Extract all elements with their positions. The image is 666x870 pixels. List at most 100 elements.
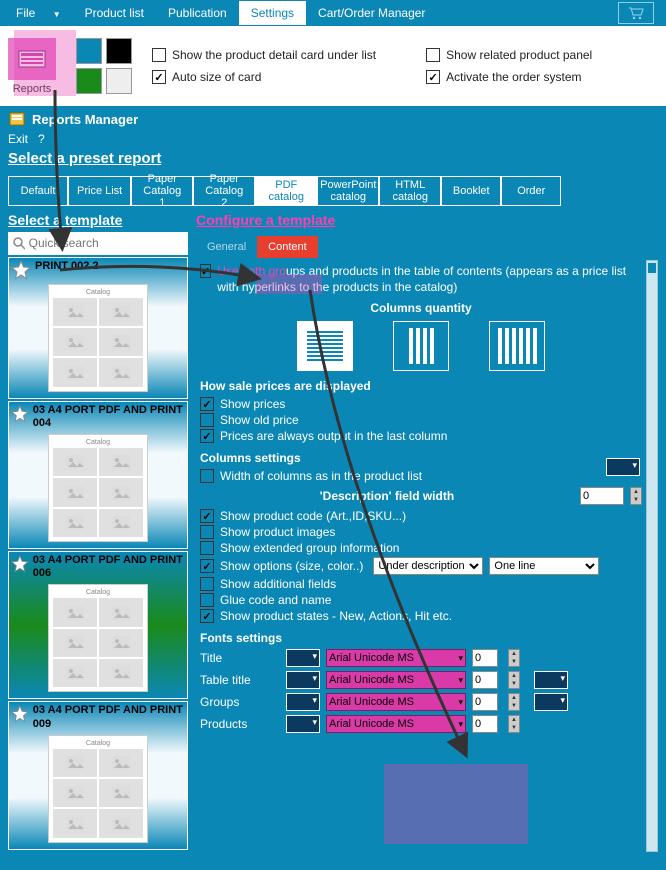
preset-tab-html-catalog[interactable]: HTMLcatalog [379, 176, 441, 206]
font-size-products[interactable] [472, 715, 498, 733]
price-color-btn[interactable] [606, 458, 640, 476]
chk-show-old-price[interactable] [200, 413, 214, 427]
font-color-groups[interactable] [286, 693, 320, 711]
label-order-system: Activate the order system [446, 70, 581, 84]
desc-width-label: 'Description' field width [200, 489, 574, 503]
font-select-groups[interactable]: Arial Unicode MS [326, 693, 466, 711]
columns-qty-options [196, 321, 646, 371]
swatch-green[interactable] [76, 68, 102, 94]
swatch-light[interactable] [106, 68, 132, 94]
font-size-table-title[interactable] [472, 671, 498, 689]
font-size-spinner[interactable]: ▲▼ [508, 671, 520, 689]
label-width-cols: Width of columns as in the product list [220, 469, 422, 483]
configure-template-title: Configure a template [196, 212, 658, 228]
desc-width-spinner[interactable]: ▲▼ [630, 487, 642, 505]
chk-show-extended-group-info[interactable] [200, 541, 214, 555]
chk-related-panel[interactable] [426, 48, 440, 62]
preset-tab-paper-catalog-2[interactable]: PaperCatalog 2 [193, 176, 255, 206]
col-settings-head: Columns settings [200, 451, 646, 465]
columns-qty-head: Columns quantity [196, 301, 646, 315]
font-size-title[interactable] [472, 649, 498, 667]
template-item[interactable]: 03 A4 PORT PDF AND PRINT 006Catalog [8, 551, 188, 699]
preset-tab-booklet[interactable]: Booklet [441, 176, 501, 206]
chk-glue-code-and-name[interactable] [200, 593, 214, 607]
font-alt-color[interactable] [534, 671, 568, 689]
font-size-spinner[interactable]: ▲▼ [508, 649, 520, 667]
template-item[interactable]: 03 A4 PORT PDF AND PRINT 004Catalog [8, 401, 188, 549]
chk-show-additional-fields[interactable] [200, 577, 214, 591]
reports-button[interactable]: Reports [8, 38, 56, 95]
chk-prices-are-always-output-in-the-last-column[interactable] [200, 429, 214, 443]
rm-help-link[interactable]: ? [38, 132, 45, 146]
chk-detail-card[interactable] [152, 48, 166, 62]
template-list[interactable]: PRINT 002 2Catalog03 A4 PORT PDF AND PRI… [8, 257, 188, 852]
preset-tab-pdf-catalog[interactable]: PDFcatalog [255, 176, 317, 206]
chk-auto-size[interactable] [152, 70, 166, 84]
menu-product-list[interactable]: Product list [73, 1, 156, 25]
menubar: File ▼ Product list Publication Settings… [0, 0, 666, 26]
label-detail-card: Show the product detail card under list [172, 48, 376, 62]
chk-toc[interactable] [200, 264, 211, 278]
menu-settings[interactable]: Settings [239, 1, 306, 25]
ribbon: Reports Show the product detail card und… [0, 26, 666, 106]
col-qty-2[interactable] [393, 321, 449, 371]
tab-content[interactable]: Content [257, 236, 318, 258]
font-color-title[interactable] [286, 649, 320, 667]
scrollbar-right[interactable] [646, 260, 658, 852]
label-related-panel: Show related product panel [446, 48, 592, 62]
cart-icon[interactable] [618, 2, 654, 24]
menu-publication[interactable]: Publication [156, 1, 239, 25]
chk-show-product-states-new-[interactable] [200, 609, 214, 623]
chk-show-product-images[interactable] [200, 525, 214, 539]
preset-tab-default[interactable]: Default [8, 176, 68, 206]
menu-cart-order[interactable]: Cart/Order Manager [306, 1, 437, 25]
font-select-products[interactable]: Arial Unicode MS [326, 715, 466, 733]
font-select-table-title[interactable]: Arial Unicode MS [326, 671, 466, 689]
preset-tab-order[interactable]: Order [501, 176, 561, 206]
preset-tabs: DefaultPrice ListPaperCatalog 1PaperCata… [0, 173, 666, 212]
config-body: Use both groups and products in the tabl… [196, 260, 658, 852]
rm-preset-link[interactable]: Select a preset report [8, 150, 658, 167]
chk-show-product-code-art-id[interactable] [200, 509, 214, 523]
reports-manager-header: Reports Manager Exit ? Select a preset r… [0, 106, 666, 173]
font-size-spinner[interactable]: ▲▼ [508, 693, 520, 711]
col-qty-1[interactable] [297, 321, 353, 371]
font-select-title[interactable]: Arial Unicode MS [326, 649, 466, 667]
sel-option-line[interactable]: One line [489, 557, 599, 575]
color-swatches [76, 38, 132, 94]
font-color-products[interactable] [286, 715, 320, 733]
select-template-title: Select a template [8, 212, 188, 228]
label-auto-size: Auto size of card [172, 70, 261, 84]
template-item[interactable]: PRINT 002 2Catalog [8, 257, 188, 399]
desc-width-input[interactable] [580, 487, 624, 505]
rm-exit-link[interactable]: Exit [8, 132, 28, 146]
font-size-groups[interactable] [472, 693, 498, 711]
rm-title: Reports Manager [32, 112, 138, 127]
sel-option-pos[interactable]: Under description [373, 557, 483, 575]
template-item[interactable]: 03 A4 PORT PDF AND PRINT 009Catalog [8, 701, 188, 849]
chk-show-options-size-color-[interactable] [200, 559, 214, 573]
tab-general[interactable]: General [196, 236, 257, 258]
chk-width-cols[interactable] [200, 469, 214, 483]
right-column: Configure a template General Content Use… [196, 212, 658, 852]
feature-col-left: Show the product detail card under list … [152, 48, 376, 84]
col-qty-3[interactable] [489, 321, 545, 371]
preset-tab-price-list[interactable]: Price List [68, 176, 131, 206]
reports-label: Reports [13, 83, 52, 95]
search-box [8, 232, 188, 255]
chk-order-system[interactable] [426, 70, 440, 84]
preset-tab-powerpoint-catalog[interactable]: PowerPointcatalog [317, 176, 379, 206]
font-alt-color[interactable] [534, 693, 568, 711]
preset-tab-paper-catalog-1[interactable]: PaperCatalog 1 [131, 176, 193, 206]
fonts-head: Fonts settings [200, 631, 646, 645]
feature-col-right: Show related product panel Activate the … [426, 48, 592, 84]
font-size-spinner[interactable]: ▲▼ [508, 715, 520, 733]
menu-file[interactable]: File ▼ [4, 1, 73, 25]
swatch-blue[interactable] [76, 38, 102, 64]
left-column: Select a template PRINT 002 2Catalog03 A… [8, 212, 188, 852]
font-color-table-title[interactable] [286, 671, 320, 689]
gear-icon [8, 110, 26, 128]
search-input[interactable] [29, 236, 184, 250]
swatch-black[interactable] [106, 38, 132, 64]
chk-show-prices[interactable] [200, 397, 214, 411]
